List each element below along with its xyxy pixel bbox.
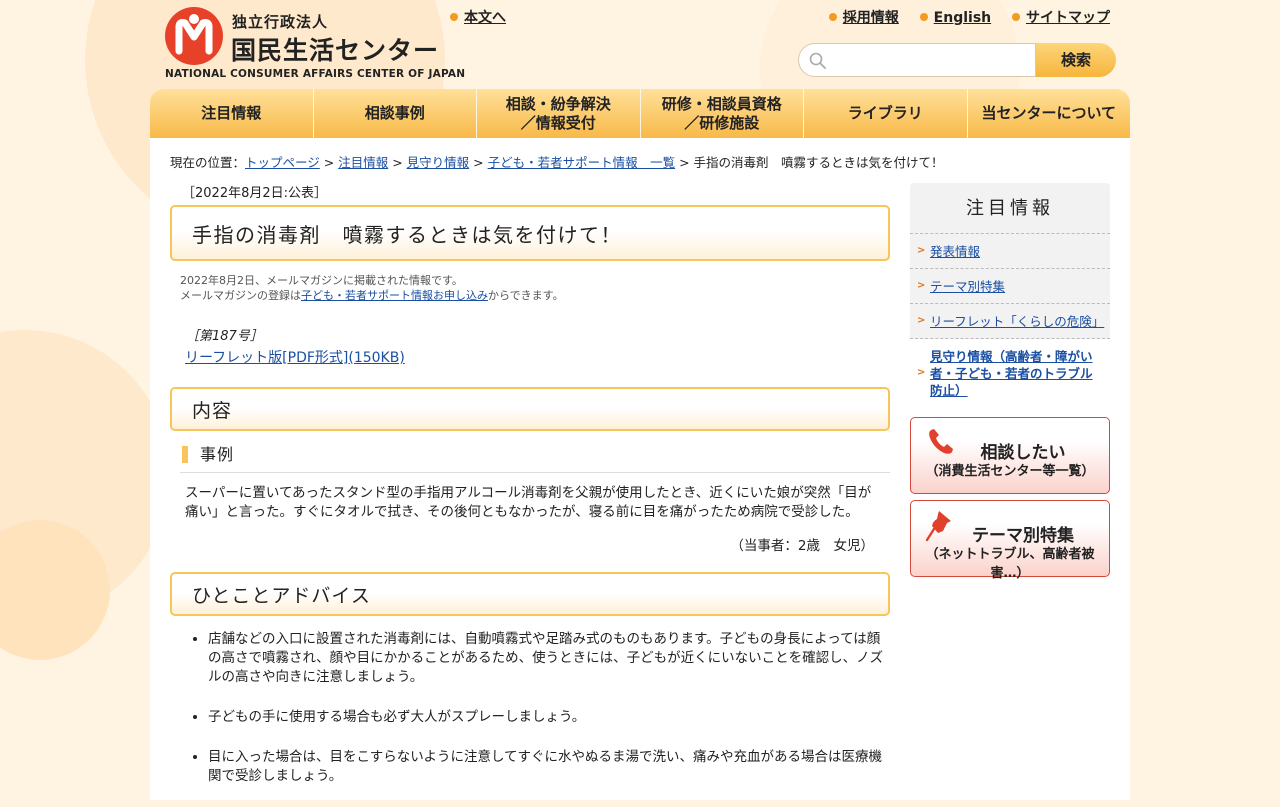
case-text: スーパーに置いてあったスタンド型の手指用アルコール消毒剤を父親が使用したとき、近… [185,485,872,520]
divider [180,472,890,473]
breadcrumb-separator: > [319,155,339,170]
nav-label: ／研修施設 [684,113,760,132]
logo-small-text: 独立行政法人 [232,13,329,31]
publish-date: ［2022年8月2日:公表］ [182,186,328,201]
list-item: 子どもの手に使用する場合も必ず大人がスプレーしましょう。 [208,708,890,727]
breadcrumb-youth[interactable]: 子ども・若者サポート情報 一覧 [488,155,676,170]
subscription-link[interactable]: 子ども・若者サポート情報お申し込み [301,289,488,302]
note-line-1: 2022年8月2日、メールマガジンに掲載された情報です。 [180,274,463,287]
section-heading-text: 内容 [192,399,233,422]
breadcrumb-current: 手指の消毒剤 噴霧するときは気を付けて！ [693,155,944,170]
recruit-link[interactable]: 採用情報 [843,10,899,26]
nav-label: 相談・紛争解決 [505,94,611,113]
list-item: 目に入った場合は、目をこすらないように注意してすぐに水やぬるま湯で洗い、痛みや充… [208,748,890,786]
consult-button[interactable]: 相談したい （消費生活センター等一覧） [910,417,1110,494]
nav-label: ライブラリ [847,104,923,122]
nav-label: 当センターについて [981,104,1117,122]
logo-english-text: NATIONAL CONSUMER AFFAIRS CENTER OF JAPA… [165,68,466,80]
search-input[interactable] [798,43,1036,77]
sidebar-heading: 注目情報 [910,183,1110,234]
nav-library[interactable]: ライブラリ [804,89,968,138]
sidebar-link[interactable]: 発表情報 [930,244,980,259]
search-icon [809,52,826,69]
section-heading-text: ひとことアドバイス [192,584,371,607]
sidebar-item-leaflet[interactable]: > リーフレット「くらしの危険」 [910,304,1110,339]
global-nav: 注目情報 相談事例 相談・紛争解決 ／情報受付 研修・相談員資格 ／研修施設 ライブ… [150,89,1130,138]
breadcrumb-prefix: 現在の位置： [170,155,246,170]
nav-label: ／情報受付 [520,113,596,132]
section-heading-advice: ひとことアドバイス [170,572,890,616]
nav-label: 研修・相談員資格 [661,94,782,113]
chevron-right-icon: > [917,280,926,291]
bullet-dot-icon [919,13,928,21]
nav-label: 注目情報 [201,104,262,122]
section-heading-content: 内容 [170,387,890,431]
consult-button-subtitle: （消費生活センター等一覧） [925,464,1095,479]
theme-button-subtitle: （ネットトラブル、高齢者被害…） [925,547,1095,581]
logo-mark-icon [165,7,223,65]
issue-number: ［第187号］ [186,329,263,344]
nav-consultation[interactable]: 相談・紛争解決 ／情報受付 [477,89,641,138]
nav-featured[interactable]: 注目情報 [150,89,314,138]
case-heading: 事例 [182,446,890,463]
chevron-right-icon: > [917,245,926,256]
leaflet-pdf-link[interactable]: リーフレット版[PDF形式](150KB) [185,350,405,366]
chevron-right-icon: > [917,367,926,378]
english-link[interactable]: English [934,10,991,26]
top-links: 採用情報 English サイトマップ [813,7,1110,27]
sitemap-link[interactable]: サイトマップ [1026,10,1110,26]
sidebar-link[interactable]: テーマ別特集 [930,279,1005,294]
bullet-dot-icon [450,13,458,21]
sidebar-link[interactable]: リーフレット「くらしの危険」 [930,314,1104,329]
breadcrumb-watch[interactable]: 見守り情報 [407,155,470,170]
advice-list: 店舗などの入口に設置された消毒剤には、自動噴霧式や足踏み式のものもあります。子ど… [208,630,890,786]
note-line-2-pre: メールマガジンの登録は [180,289,301,302]
page-title-text: 手指の消毒剤 噴霧するときは気を付けて！ [192,222,622,247]
breadcrumb-top[interactable]: トップページ [245,155,320,170]
breadcrumb-separator: > [675,155,694,170]
site-logo[interactable]: 独立行政法人 国民生活センター NATIONAL CONSUMER AFFAIR… [165,5,465,81]
list-item: 店舗などの入口に設置された消毒剤には、自動噴霧式や足踏み式のものもあります。子ど… [208,630,890,687]
case-party: （当事者：2歳 女児） [730,538,874,554]
breadcrumb-separator: > [388,155,407,170]
search-button[interactable]: 検索 [1036,43,1116,77]
mail-magazine-note: 2022年8月2日、メールマガジンに掲載された情報です。 メールマガジンの登録は… [180,273,890,303]
content-panel: 現在の位置：トップページ > 注目情報 > 見守り情報 > 子ども・若者サポート… [150,138,1130,800]
sidebar: 注目情報 > 発表情報 > テーマ別特集 > リーフレット「くらしの危険」 > 見守り情… [910,183,1110,581]
breadcrumb: 現在の位置：トップページ > 注目情報 > 見守り情報 > 子ども・若者サポート… [170,152,944,171]
breadcrumb-featured[interactable]: 注目情報 [338,155,388,170]
nav-training[interactable]: 研修・相談員資格 ／研修施設 [641,89,804,138]
breadcrumb-separator: > [469,155,488,170]
chevron-right-icon: > [917,315,926,326]
search-form: 検索 [798,43,1118,79]
nav-about[interactable]: 当センターについて [968,89,1131,138]
bullet-dot-icon [828,13,837,21]
sidebar-item-watch[interactable]: > 見守り情報（高齢者・障がい者・子ども・若者のトラブル防止） [910,339,1110,407]
bullet-dot-icon [1012,13,1020,21]
sidebar-menu: 注目情報 > 発表情報 > テーマ別特集 > リーフレット「くらしの危険」 > 見守り情… [910,183,1110,407]
nav-label: 相談事例 [364,104,425,122]
note-line-2-post: からできます。 [488,289,564,302]
sidebar-link[interactable]: 見守り情報（高齢者・障がい者・子ども・若者のトラブル防止） [930,349,1093,398]
logo-main-text: 国民生活センター [231,36,440,65]
skip-to-content: 本文へ [450,7,506,27]
sidebar-item-press[interactable]: > 発表情報 [910,234,1110,269]
main-content: ［2022年8月2日:公表］ 手指の消毒剤 噴霧するときは気を付けて！ 2022… [170,182,890,807]
nav-cases[interactable]: 相談事例 [314,89,477,138]
skip-to-content-link[interactable]: 本文へ [464,10,506,26]
theme-feature-button[interactable]: テーマ別特集 （ネットトラブル、高齢者被害…） [910,500,1110,581]
page-title: 手指の消毒剤 噴霧するときは気を付けて！ [170,205,890,261]
sidebar-item-theme[interactable]: > テーマ別特集 [910,269,1110,304]
